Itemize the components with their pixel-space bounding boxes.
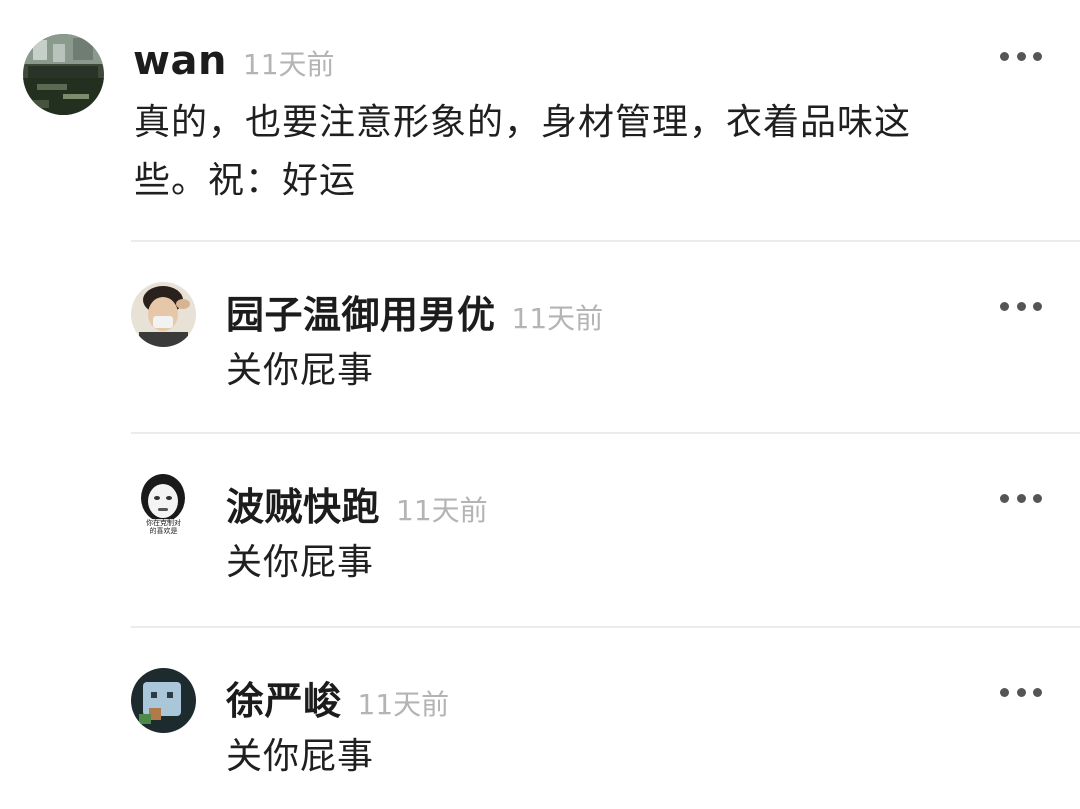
more-dot [1033,301,1042,311]
comment-text-line: 些。祝：好运 [134,160,357,201]
comment-text: 真的，也要注意形象的，身材管理，衣着品味这 些。祝：好运 [134,94,1034,210]
more-dot [1016,51,1026,61]
avatar-image [131,668,196,733]
username[interactable]: 波贼快跑 [226,476,380,531]
comment-header: 园子温御用男优 11天前 [226,284,603,339]
avatar-caption: 你在克制对 的喜欢是 [131,519,196,535]
comment-header: wan 11天前 [133,38,335,84]
comment-item: 徐严峻 11天前 关你屁事 [0,628,1080,809]
comment-text: 关你屁事 [226,736,375,777]
username[interactable]: wan [133,38,227,84]
timestamp: 11天前 [511,302,604,335]
avatar[interactable] [131,282,196,347]
comment-item: 园子温御用男优 11天前 关你屁事 [0,242,1080,432]
more-dot [1016,687,1026,697]
avatar[interactable] [23,34,104,115]
comment-header: 波贼快跑 11天前 [226,476,488,531]
avatar[interactable]: 你在克制对 的喜欢是 [131,472,196,537]
more-dot [1033,687,1042,697]
more-dots-icon [1000,687,1009,697]
username[interactable]: 园子温御用男优 [226,284,496,339]
comment-header: 徐严峻 11天前 [226,670,449,725]
more-dot [1016,493,1026,503]
more-dots-icon [1000,51,1009,61]
more-dot [1016,301,1026,311]
username[interactable]: 徐严峻 [226,670,342,725]
comment-text: 关你屁事 [226,542,375,583]
more-dots-icon [1000,493,1009,503]
more-options-button[interactable] [1000,492,1042,504]
comment-item: wan 11天前 真的，也要注意形象的，身材管理，衣着品味这 些。祝：好运 [0,0,1080,240]
avatar[interactable] [131,668,196,733]
comment-text: 关你屁事 [226,350,375,391]
avatar-caption-line: 的喜欢是 [149,527,178,535]
avatar-image [23,34,104,115]
more-dot [1033,51,1042,61]
timestamp: 11天前 [242,48,335,81]
timestamp: 11天前 [396,494,488,527]
more-options-button[interactable] [1000,300,1042,312]
more-dot [1033,493,1042,503]
comment-text-line: 真的，也要注意形象的，身材管理，衣着品味这 [134,102,912,143]
more-options-button[interactable] [1000,686,1042,698]
comment-item: 你在克制对 的喜欢是 波贼快跑 11天前 关你屁事 [0,434,1080,626]
avatar-caption-line: 你在克制对 [146,519,181,527]
timestamp: 11天前 [357,688,450,721]
more-dots-icon [1000,301,1009,311]
avatar-image [131,282,196,347]
more-options-button[interactable] [1000,50,1042,62]
